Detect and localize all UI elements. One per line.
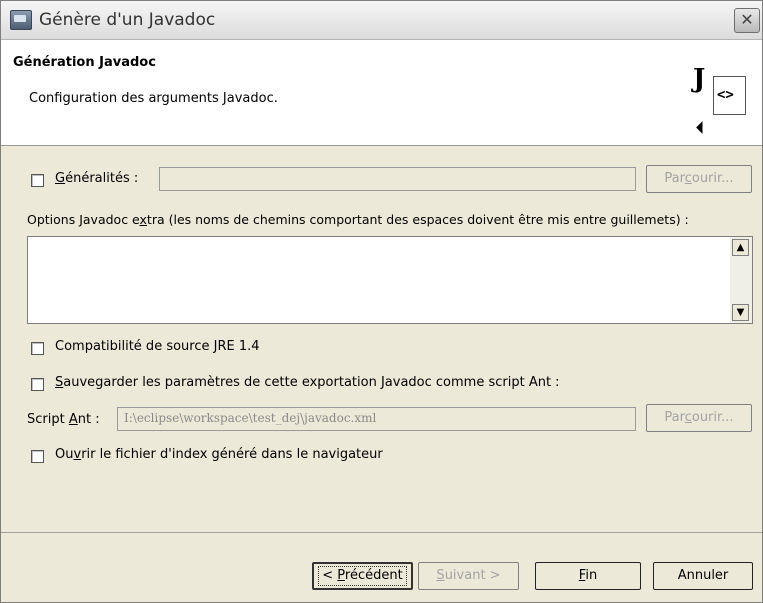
- script-ant-browse-button[interactable]: Parcourir...: [646, 404, 752, 432]
- jre-compat-label: Compatibilité de source JRE 1.4: [55, 339, 260, 354]
- cancel-button[interactable]: Annuler: [653, 562, 753, 590]
- extra-options-label: Options Javadoc extra (les noms de chemi…: [27, 212, 689, 227]
- wizard-dialog: Génère d'un Javadoc ✕ Génération Javadoc…: [0, 0, 763, 603]
- wizard-header: Génération Javadoc Configuration des arg…: [1, 40, 762, 146]
- title-bar[interactable]: Génère d'un Javadoc ✕: [1, 1, 762, 40]
- script-ant-label: Script Ant :: [27, 412, 100, 427]
- arrow-icon: [696, 121, 709, 134]
- save-ant-checkbox[interactable]: [31, 378, 44, 391]
- back-button[interactable]: < Précédent: [312, 562, 413, 590]
- close-button[interactable]: ✕: [734, 8, 760, 33]
- script-ant-field[interactable]: I:\eclipse\workspace\test_dej\javadoc.xm…: [117, 407, 636, 431]
- open-index-checkbox[interactable]: [31, 450, 44, 463]
- general-label: Généralités :: [55, 171, 139, 186]
- app-window-icon: [10, 10, 32, 30]
- general-checkbox[interactable]: [31, 174, 44, 187]
- page-description: Configuration des arguments Javadoc.: [29, 91, 278, 106]
- close-icon: ✕: [740, 10, 754, 29]
- extra-options-textarea[interactable]: ▲ ▼: [27, 236, 753, 324]
- page-title: Génération Javadoc: [13, 55, 156, 70]
- general-field[interactable]: [159, 167, 636, 191]
- next-button[interactable]: Suivant >: [418, 562, 519, 590]
- finish-button[interactable]: Fin: [535, 562, 641, 590]
- vertical-scrollbar[interactable]: ▲ ▼: [730, 237, 752, 323]
- general-browse-button[interactable]: Parcourir...: [646, 165, 752, 193]
- open-index-label: Ouvrir le fichier d'index généré dans le…: [55, 447, 383, 462]
- javadoc-wizard-icon: J: [693, 64, 706, 94]
- jre-compat-checkbox[interactable]: [31, 342, 44, 355]
- button-bar: < Précédent Suivant > Fin Annuler: [1, 532, 762, 602]
- save-ant-label: Sauvegarder les paramètres de cette expo…: [55, 375, 560, 390]
- wizard-content: Généralités : Parcourir... Options Javad…: [1, 146, 762, 532]
- window-title: Génère d'un Javadoc: [39, 10, 216, 30]
- scroll-up-icon[interactable]: ▲: [732, 239, 749, 256]
- document-icon: <>: [713, 76, 746, 115]
- scroll-down-icon[interactable]: ▼: [732, 304, 749, 321]
